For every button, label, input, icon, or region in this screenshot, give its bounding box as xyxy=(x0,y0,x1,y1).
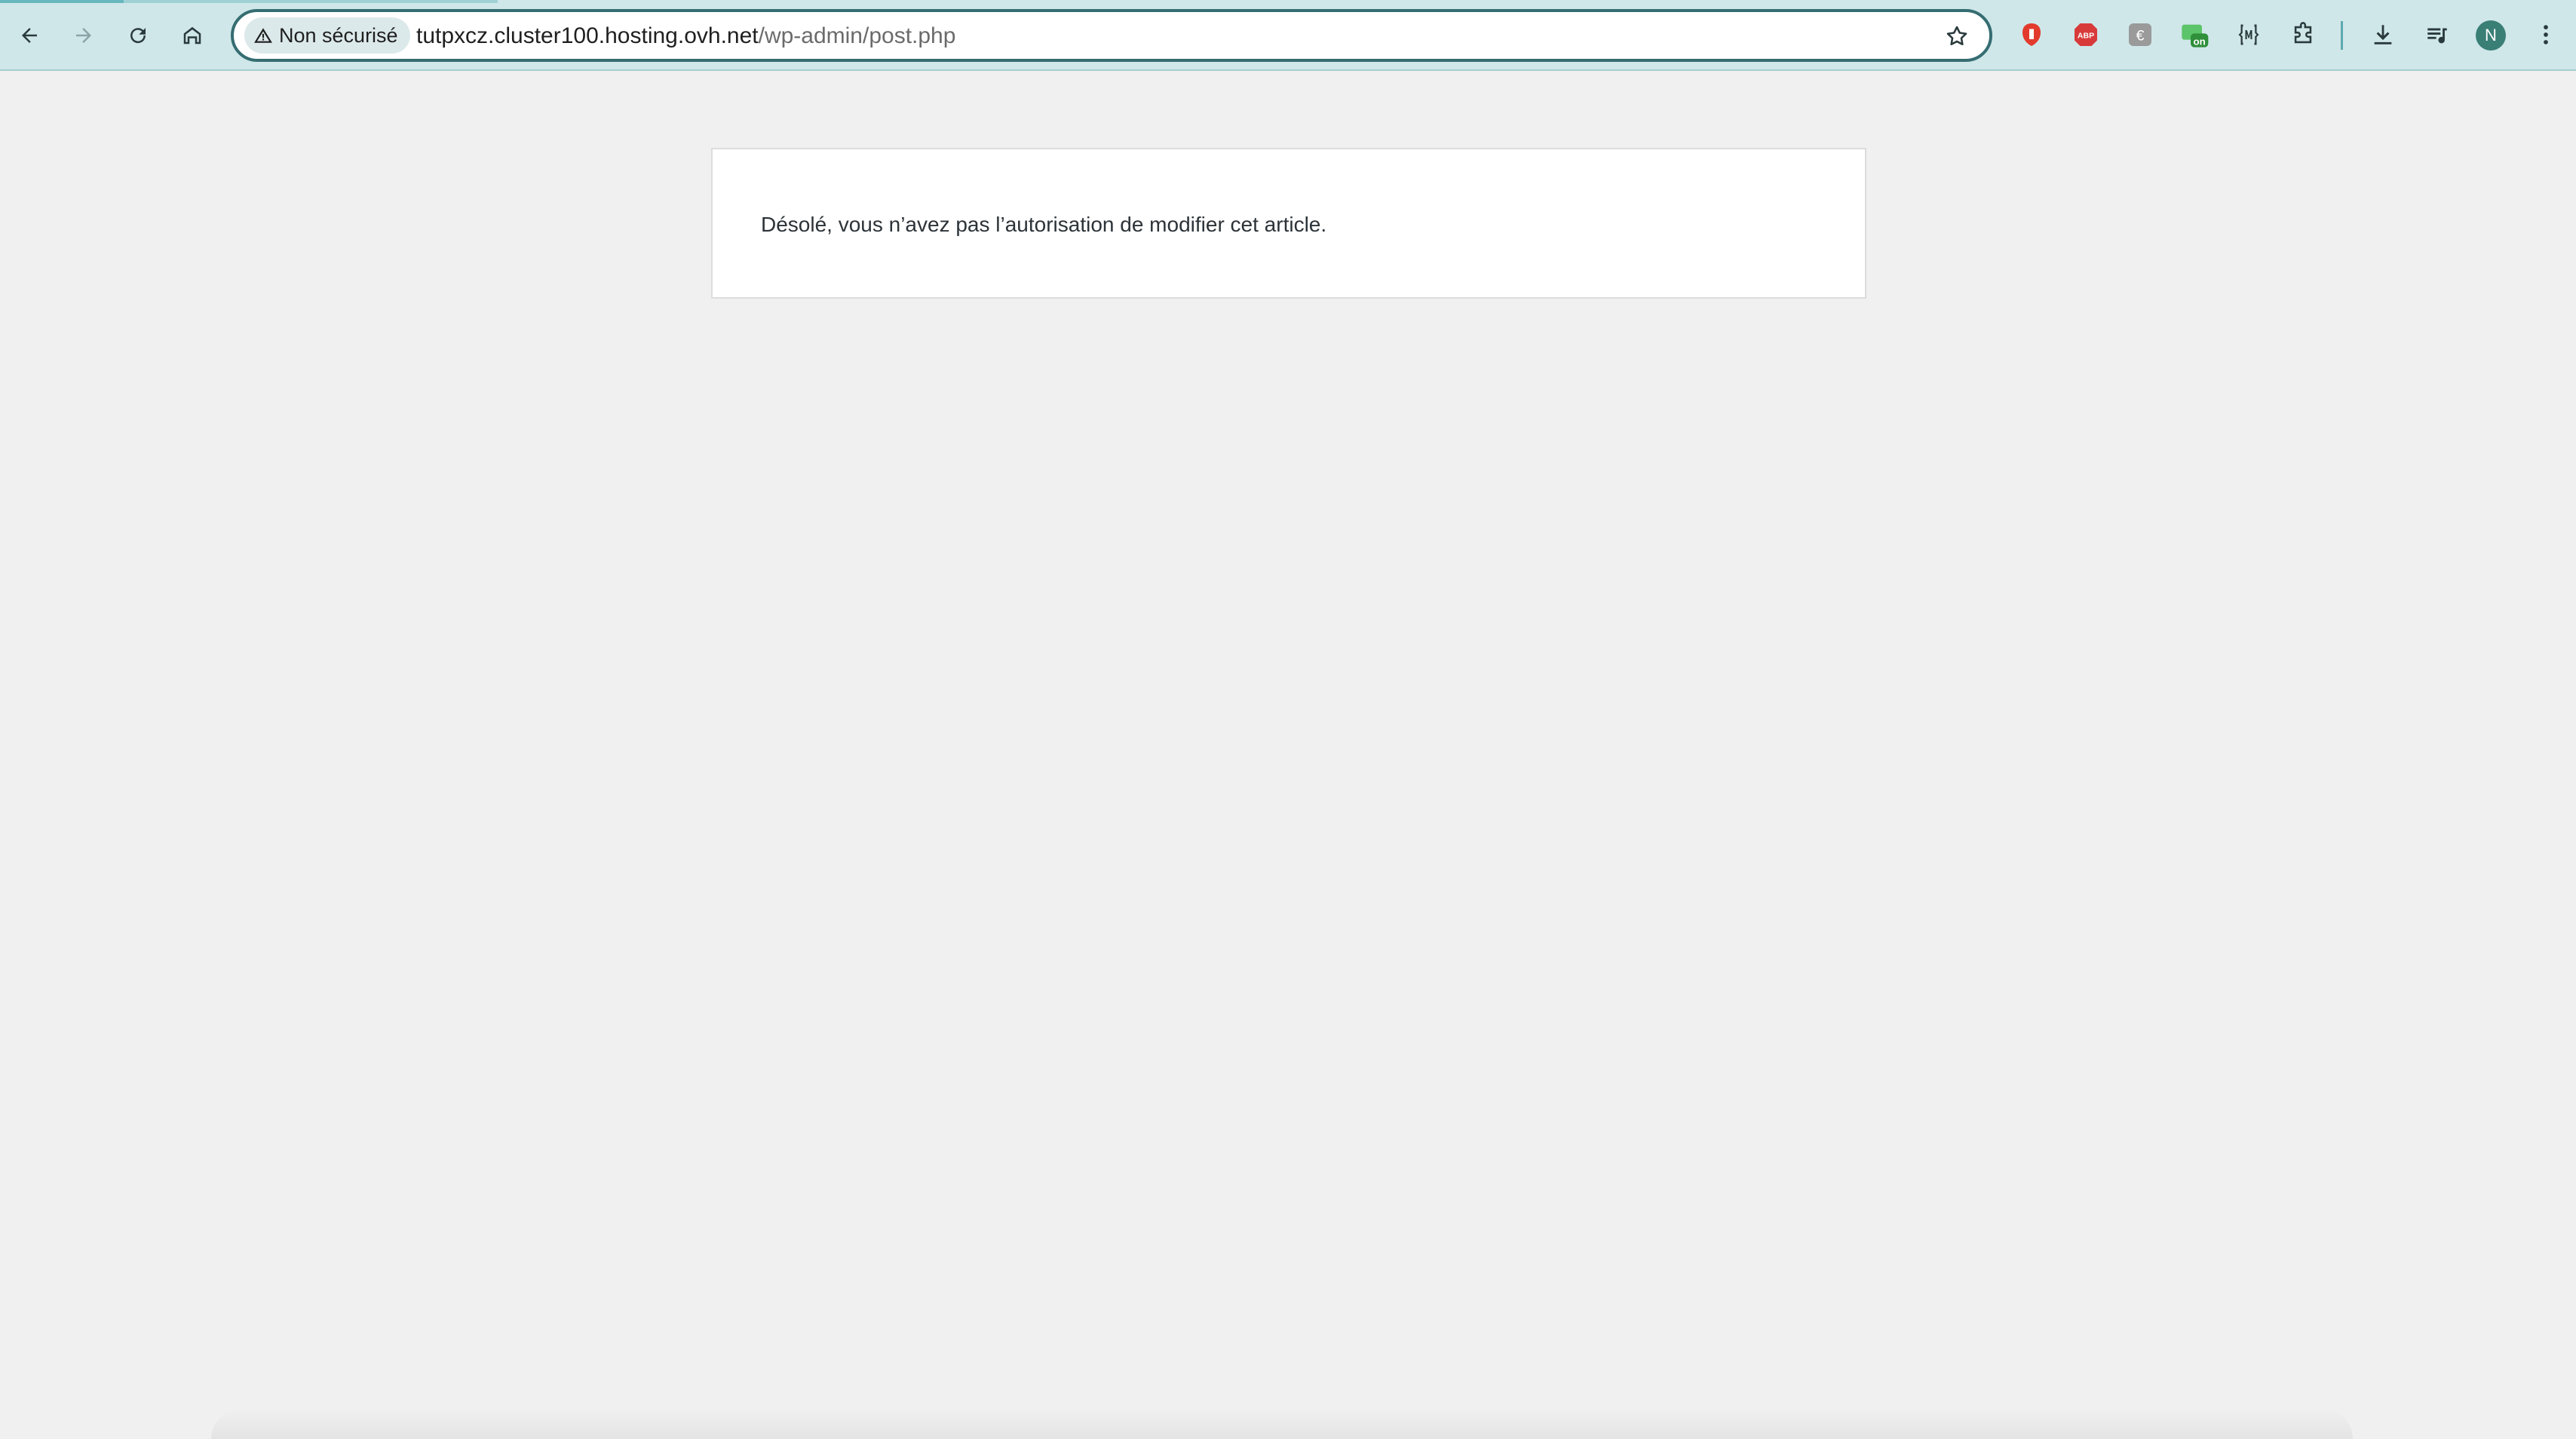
home-icon xyxy=(183,26,201,44)
address-bar[interactable]: Non sécurisé tutpxcz.cluster100.hosting.… xyxy=(231,9,1992,62)
code-braces-icon xyxy=(2238,24,2259,45)
svg-text:on: on xyxy=(2194,35,2206,47)
url-text[interactable]: tutpxcz.cluster100.hosting.ovh.net/wp-ad… xyxy=(416,23,955,50)
hand-shield-icon xyxy=(2022,23,2041,46)
downloads-icon[interactable] xyxy=(2368,20,2398,50)
adblock-extension-icon[interactable]: ABP xyxy=(2071,20,2101,50)
security-chip[interactable]: Non sécurisé xyxy=(244,17,410,54)
euro-extension-icon[interactable]: € xyxy=(2125,20,2155,50)
forward-button[interactable] xyxy=(65,17,103,54)
extensions-puzzle-icon[interactable] xyxy=(2288,20,2318,50)
media-controls-icon[interactable] xyxy=(2422,20,2452,50)
page-content: Désolé, vous n’avez pas l’autorisation d… xyxy=(0,71,2576,1439)
security-label: Non sécurisé xyxy=(279,23,398,47)
warning-icon xyxy=(254,28,272,43)
tab-strip xyxy=(0,0,498,3)
on-badge-icon: on xyxy=(2182,24,2209,48)
browser-toolbar: Non sécurisé tutpxcz.cluster100.hosting.… xyxy=(0,0,2576,71)
arrow-left-icon xyxy=(22,28,37,43)
download-arrow-icon xyxy=(2374,25,2392,44)
bottom-shadow xyxy=(211,1409,2353,1439)
reload-button[interactable] xyxy=(119,17,157,54)
svg-text:€: € xyxy=(2136,28,2145,44)
home-button[interactable] xyxy=(173,17,211,54)
adblock-icon: ABP xyxy=(2075,23,2097,46)
wappalyzer-extension-icon[interactable] xyxy=(2234,20,2264,50)
browser-menu-button[interactable] xyxy=(2531,20,2561,50)
euro-icon: € xyxy=(2129,23,2151,46)
svg-text:ABP: ABP xyxy=(2078,32,2094,41)
playlist-music-icon xyxy=(2427,28,2447,44)
shield-extension-icon[interactable] xyxy=(2016,20,2047,50)
toolbar-separator xyxy=(2341,21,2343,50)
reload-icon xyxy=(130,28,146,44)
profile-avatar[interactable]: N xyxy=(2476,20,2506,51)
back-button[interactable] xyxy=(11,17,48,54)
url-path: /wp-admin/post.php xyxy=(758,23,956,48)
active-tab-indicator xyxy=(0,0,124,3)
bookmark-star-icon[interactable] xyxy=(1944,23,1970,49)
arrow-right-icon xyxy=(76,28,91,43)
kebab-menu-icon xyxy=(2544,25,2548,44)
puzzle-icon xyxy=(2294,22,2312,44)
error-message-box: Désolé, vous n’avez pas l’autorisation d… xyxy=(711,148,1866,299)
on-extension-icon[interactable]: on xyxy=(2179,20,2210,50)
error-message: Désolé, vous n’avez pas l’autorisation d… xyxy=(761,213,1327,236)
url-host: tutpxcz.cluster100.hosting.ovh.net xyxy=(416,23,759,48)
